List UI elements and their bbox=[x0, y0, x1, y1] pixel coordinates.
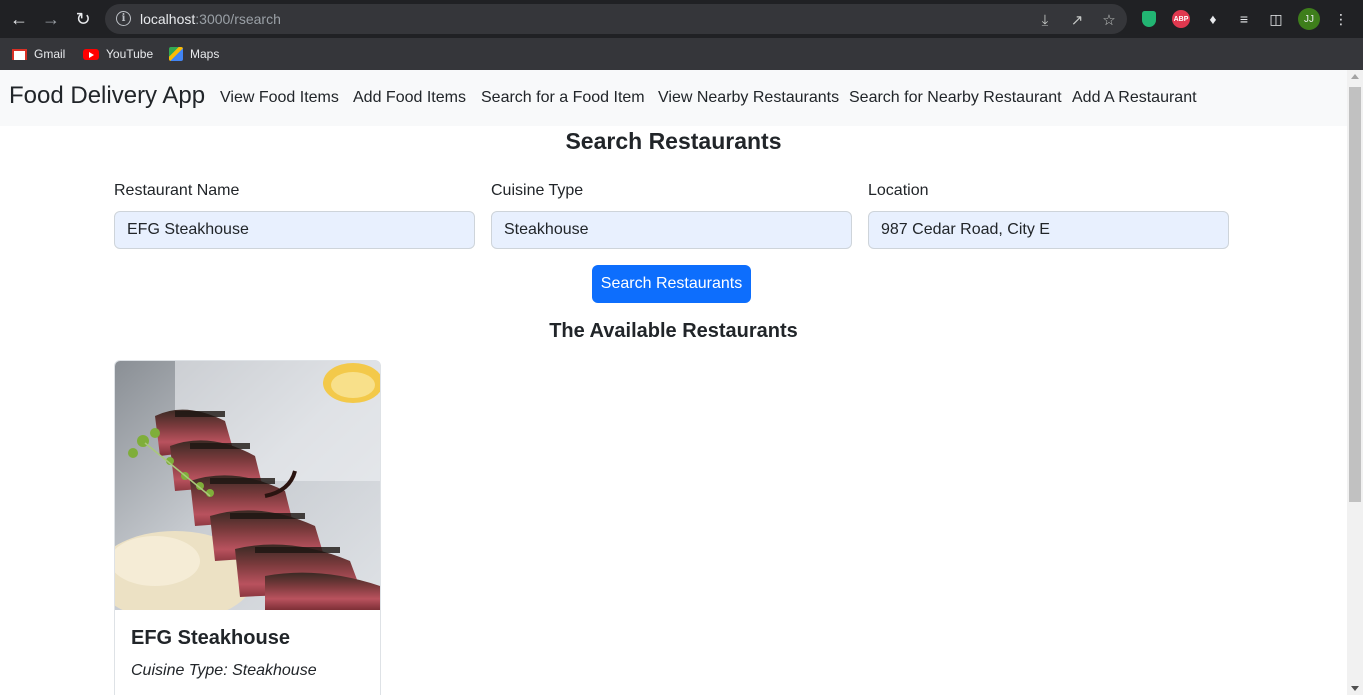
abp-label: ABP bbox=[1172, 10, 1190, 28]
puzzle-icon[interactable]: ♦ bbox=[1203, 9, 1223, 29]
bookmark-label: Maps bbox=[190, 47, 220, 61]
scroll-down-arrow-icon[interactable] bbox=[1351, 686, 1359, 691]
navbar-brand[interactable]: Food Delivery App bbox=[9, 82, 205, 110]
install-app-icon[interactable]: ⤓ bbox=[1036, 11, 1054, 29]
sidepanel-icon[interactable]: ◫ bbox=[1266, 9, 1286, 29]
results-title: The Available Restaurants bbox=[549, 320, 798, 342]
bookmark-star-icon[interactable]: ☆ bbox=[1100, 11, 1118, 29]
bookmark-gmail[interactable]: Gmail bbox=[12, 44, 65, 64]
url-host: localhost bbox=[140, 11, 196, 27]
bookmark-maps[interactable]: Maps bbox=[169, 44, 219, 64]
restaurant-card-title: EFG Steakhouse bbox=[131, 627, 290, 649]
share-icon[interactable]: ↗ bbox=[1068, 11, 1086, 29]
cuisine-type-input[interactable] bbox=[491, 211, 852, 249]
nav-link-add-food-items[interactable]: Add Food Items bbox=[353, 89, 466, 107]
address-url[interactable]: localhost:3000/rsearch bbox=[140, 11, 281, 27]
nav-link-view-food-items[interactable]: View Food Items bbox=[220, 89, 339, 107]
kebab-menu-icon[interactable]: ⋮ bbox=[1331, 9, 1351, 29]
forward-arrow-icon[interactable]: → bbox=[39, 7, 63, 31]
bookmark-label: Gmail bbox=[34, 47, 66, 61]
location-label: Location bbox=[868, 182, 929, 199]
nav-link-add-restaurant[interactable]: Add A Restaurant bbox=[1072, 89, 1197, 107]
location-input[interactable] bbox=[868, 211, 1229, 249]
gmail-icon bbox=[12, 48, 27, 60]
page-scrollbar[interactable] bbox=[1347, 70, 1363, 695]
nav-link-view-nearby-restaurants[interactable]: View Nearby Restaurants bbox=[658, 89, 839, 107]
profile-avatar[interactable]: JJ bbox=[1298, 8, 1320, 30]
app-navbar: Food Delivery App View Food Items Add Fo… bbox=[0, 70, 1347, 126]
youtube-icon bbox=[83, 48, 99, 60]
bookmark-label: YouTube bbox=[106, 47, 154, 61]
url-path: :3000/rsearch bbox=[195, 11, 281, 27]
scroll-up-arrow-icon[interactable] bbox=[1351, 74, 1359, 79]
page-title: Search Restaurants bbox=[565, 128, 782, 154]
restaurant-card-cuisine: Cuisine Type: Steakhouse bbox=[131, 662, 317, 679]
restaurant-card: EFG Steakhouse Cuisine Type: Steakhouse bbox=[114, 360, 381, 695]
reload-icon[interactable]: ↻ bbox=[71, 7, 95, 31]
shield-extension-icon[interactable] bbox=[1139, 9, 1159, 29]
abp-icon[interactable]: ABP bbox=[1171, 9, 1191, 29]
bookmarks-bar: Gmail YouTube Maps bbox=[0, 38, 1363, 70]
bookmark-youtube[interactable]: YouTube bbox=[83, 44, 153, 64]
search-restaurants-button[interactable]: Search Restaurants bbox=[592, 265, 751, 303]
address-bar[interactable]: i localhost:3000/rsearch ⤓ ↗ ☆ bbox=[105, 4, 1127, 34]
scrollbar-thumb[interactable] bbox=[1349, 87, 1361, 502]
page-viewport: Food Delivery App View Food Items Add Fo… bbox=[0, 70, 1347, 695]
playlist-icon[interactable]: ≡ bbox=[1234, 9, 1254, 29]
restaurant-name-label: Restaurant Name bbox=[114, 182, 240, 199]
nav-link-search-nearby-restaurant[interactable]: Search for Nearby Restaurant bbox=[849, 89, 1062, 107]
nav-link-search-food-item[interactable]: Search for a Food Item bbox=[481, 89, 645, 107]
site-info-icon[interactable]: i bbox=[116, 11, 131, 26]
restaurant-name-input[interactable] bbox=[114, 211, 475, 249]
restaurant-image bbox=[115, 361, 380, 610]
back-arrow-icon[interactable]: ← bbox=[7, 7, 31, 31]
maps-icon bbox=[169, 47, 183, 61]
cuisine-type-label: Cuisine Type bbox=[491, 182, 584, 199]
browser-toolbar: ← → ↻ i localhost:3000/rsearch ⤓ ↗ ☆ ABP… bbox=[0, 0, 1363, 38]
